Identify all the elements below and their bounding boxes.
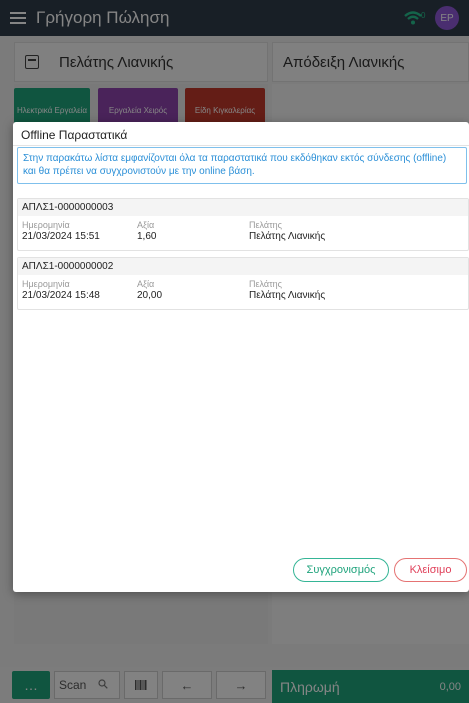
value-label: Αξία [137, 220, 155, 230]
list-item[interactable]: ΑΠΛΣ1-0000000002 Ημερομηνία 21/03/2024 1… [17, 257, 469, 310]
document-number: ΑΠΛΣ1-0000000003 [18, 199, 468, 216]
document-date: 21/03/2024 15:51 [22, 231, 100, 242]
date-label: Ημερομηνία [22, 220, 70, 230]
offline-documents-dialog: Offline Παραστατικά Στην παρακάτω λίστα … [13, 122, 469, 592]
divider [13, 145, 469, 146]
documents-list: ΑΠΛΣ1-0000000003 Ημερομηνία 21/03/2024 1… [17, 198, 469, 316]
document-value: 1,60 [137, 231, 157, 242]
close-button[interactable]: Κλείσιμο [394, 558, 467, 582]
document-customer: Πελάτης Λιανικής [249, 290, 326, 301]
date-label: Ημερομηνία [22, 279, 70, 289]
list-item[interactable]: ΑΠΛΣ1-0000000003 Ημερομηνία 21/03/2024 1… [17, 198, 469, 251]
sync-button[interactable]: Συγχρονισμός [293, 558, 389, 582]
document-date: 21/03/2024 15:48 [22, 290, 100, 301]
document-customer: Πελάτης Λιανικής [249, 231, 326, 242]
dialog-title: Offline Παραστατικά [21, 128, 128, 142]
customer-label: Πελάτης [249, 220, 282, 230]
customer-label: Πελάτης [249, 279, 282, 289]
info-message: Στην παρακάτω λίστα εμφανίζονται όλα τα … [17, 147, 467, 184]
document-value: 20,00 [137, 290, 163, 301]
value-label: Αξία [137, 279, 155, 289]
document-number: ΑΠΛΣ1-0000000002 [18, 258, 468, 275]
